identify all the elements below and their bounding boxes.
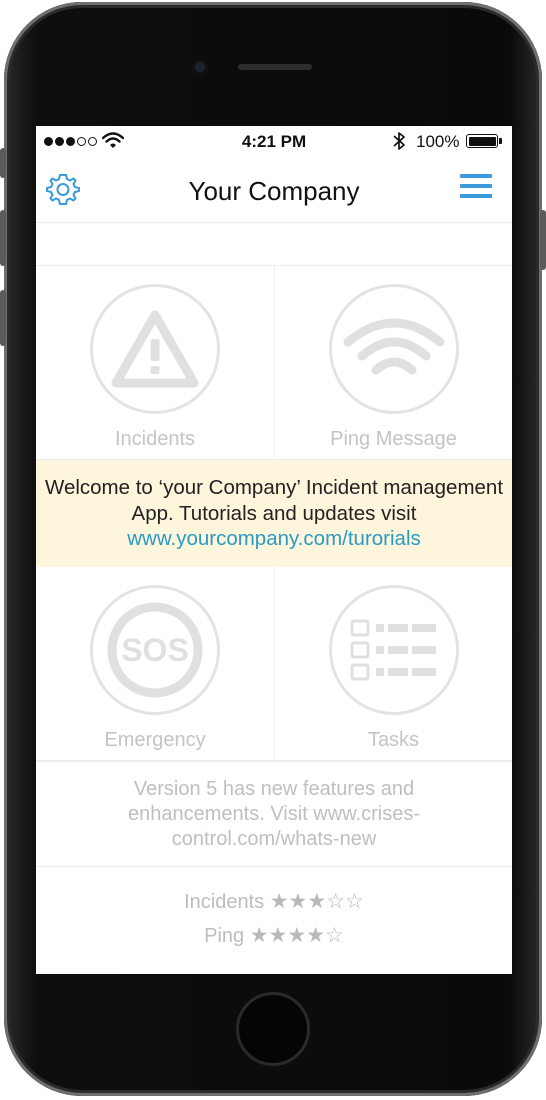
hamburger-menu-icon[interactable] bbox=[460, 174, 492, 202]
rating-label: Incidents bbox=[184, 891, 265, 913]
checklist-icon bbox=[350, 619, 436, 681]
mute-switch bbox=[0, 148, 6, 178]
battery-percent: 100% bbox=[416, 132, 460, 151]
tile-tasks[interactable]: Tasks bbox=[274, 567, 512, 760]
svg-text:SOS: SOS bbox=[121, 632, 189, 668]
nav-bar: Your Company bbox=[36, 158, 512, 223]
wifi-signal-icon bbox=[343, 318, 444, 375]
battery-icon bbox=[466, 134, 502, 148]
power-button bbox=[540, 210, 546, 270]
welcome-banner: Welcome to ‘your Company’ Incident manag… bbox=[36, 460, 512, 567]
earpiece-speaker bbox=[238, 64, 312, 70]
version-notice: Version 5 has new features and enhanceme… bbox=[36, 761, 512, 867]
volume-up-button bbox=[0, 210, 6, 266]
ping-tile-circle bbox=[328, 284, 459, 414]
emergency-tile-circle: SOS bbox=[90, 585, 220, 715]
rating-label: Ping bbox=[204, 925, 245, 947]
star-rating-icon: ★★★★☆ bbox=[249, 924, 344, 947]
warning-triangle-icon bbox=[111, 310, 199, 388]
home-button[interactable] bbox=[236, 992, 310, 1066]
ratings-section: Incidents ★★★☆☆ Ping ★★★★☆ bbox=[36, 867, 512, 957]
tile-label: Incidents bbox=[114, 428, 196, 450]
tile-label: Ping Message bbox=[330, 428, 457, 450]
tile-emergency[interactable]: SOS Emergency bbox=[36, 567, 274, 760]
sos-icon: SOS bbox=[107, 602, 203, 698]
app-screen: 4:21 PM 100% Your Company Incidents Ping… bbox=[36, 126, 512, 974]
star-rating-icon: ★★★☆☆ bbox=[269, 890, 364, 913]
tile-ping-message[interactable]: Ping Message bbox=[274, 266, 512, 459]
bluetooth-icon bbox=[393, 132, 405, 150]
rating-row-incidents: Incidents ★★★☆☆ bbox=[36, 889, 512, 923]
status-bar: 4:21 PM 100% bbox=[36, 126, 512, 158]
rating-row-ping: Ping ★★★★☆ bbox=[36, 923, 512, 957]
page-title: Your Company bbox=[188, 176, 360, 206]
tile-incidents[interactable]: Incidents bbox=[36, 266, 274, 459]
header-spacer bbox=[36, 223, 512, 266]
volume-down-button bbox=[0, 290, 6, 346]
tutorials-link[interactable]: www.yourcompany.com/turorials bbox=[127, 527, 421, 550]
tile-row-top: Incidents Ping Message bbox=[36, 266, 512, 460]
tasks-tile-circle bbox=[328, 585, 459, 715]
tile-label: Emergency bbox=[104, 729, 206, 751]
tile-row-bottom: SOS Emergency Tasks bbox=[36, 567, 512, 761]
tile-label: Tasks bbox=[367, 729, 420, 751]
front-camera bbox=[192, 59, 208, 75]
banner-text: Welcome to ‘your Company’ Incident manag… bbox=[44, 476, 504, 525]
incidents-tile-circle bbox=[90, 284, 220, 414]
